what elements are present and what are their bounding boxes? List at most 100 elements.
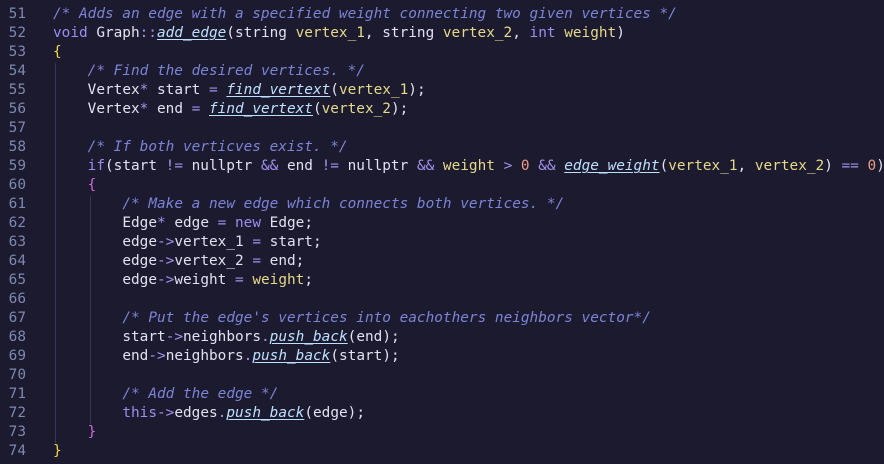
code-line[interactable]: 69 end->neighbors.push_back(start); xyxy=(0,348,884,367)
code-line[interactable]: 61 /* Make a new edge which connects both… xyxy=(0,196,884,215)
code-token: if xyxy=(87,158,105,174)
line-number: 68 xyxy=(8,329,26,345)
code-token: edge xyxy=(122,272,158,288)
code-line[interactable]: 51 /* Adds an edge with a specified weigh… xyxy=(0,6,884,25)
code-token: start xyxy=(148,82,209,98)
code-token: 0 xyxy=(867,158,877,174)
code-token: this xyxy=(122,405,158,421)
code-line[interactable]: 52 void Graph::add_edge(string vertex_1, … xyxy=(0,25,884,44)
code-line[interactable]: 58 /* If both verticves exist. */ xyxy=(0,139,884,158)
indent-guide xyxy=(55,63,56,443)
code-text: /* Put the edge's vertices into eachothe… xyxy=(122,310,651,326)
code-line[interactable]: 62 Edge* edge = new Edge; xyxy=(0,215,884,234)
code-token: nullptr xyxy=(338,158,417,174)
code-token: -> xyxy=(157,253,175,269)
code-line[interactable]: 67 /* Put the edge's vertices into eachot… xyxy=(0,310,884,329)
code-text: void Graph::add_edge(string vertex_1, st… xyxy=(53,25,625,41)
code-token: edge xyxy=(122,234,158,250)
code-line[interactable]: 60 { xyxy=(0,177,884,196)
indent-guide xyxy=(89,196,91,424)
code-token: Edge; xyxy=(261,215,313,231)
code-line[interactable]: 68 start->neighbors.push_back(end); xyxy=(0,329,884,348)
code-token: , xyxy=(512,25,530,41)
code-token: -> xyxy=(157,234,175,250)
code-token: 0 xyxy=(520,158,530,174)
code-token: { xyxy=(53,44,62,60)
code-text: } xyxy=(88,424,97,440)
code-text: /* If both verticves exist. */ xyxy=(88,139,348,155)
code-text: } xyxy=(53,443,62,459)
code-token: /* Find the desired vertices. */ xyxy=(87,63,365,79)
code-token: start xyxy=(339,348,383,364)
code-token: ) xyxy=(824,158,833,174)
code-token: nullptr xyxy=(182,158,261,174)
code-line[interactable]: 73} xyxy=(0,424,884,443)
code-token: /* Make a new edge which connects both v… xyxy=(122,196,565,212)
code-token: /* Adds an edge with a specified weight … xyxy=(53,6,677,22)
code-line[interactable]: 70 xyxy=(0,367,884,386)
code-text: /* Find the desired vertices. */ xyxy=(88,63,365,79)
code-token: end xyxy=(356,329,383,345)
code-line[interactable]: 66 xyxy=(0,291,884,310)
code-token: start xyxy=(113,158,166,174)
line-number: 66 xyxy=(8,291,26,307)
line-number: 67 xyxy=(8,310,26,326)
code-line[interactable]: 71 /* Add the edge */ xyxy=(0,386,884,405)
code-line[interactable]: 59 if(start != nullptr && end != nullptr … xyxy=(0,158,884,177)
line-number: 56 xyxy=(8,101,26,117)
code-line[interactable]: 72 this->edges.push_back(edge); xyxy=(0,405,884,424)
code-line[interactable]: 54 /* Find the desired vertices. */ xyxy=(0,63,884,82)
code-token: neighbors xyxy=(165,348,244,364)
code-line[interactable]: 63 edge->vertex_1 = start; xyxy=(0,234,884,253)
code-token: = xyxy=(208,82,218,98)
code-token: ); xyxy=(382,329,400,345)
code-line[interactable]: 53 { xyxy=(0,44,884,63)
code-editor[interactable]: 51 /* Adds an edge with a specified weigh… xyxy=(0,0,884,464)
code-text: Vertex* end = find_vertext(vertex_2); xyxy=(88,101,409,117)
code-token: :: xyxy=(139,25,157,41)
code-token: new xyxy=(226,215,261,231)
code-token: ); xyxy=(347,405,365,421)
code-line[interactable]: 64 edge->vertex_2 = end; xyxy=(0,253,884,272)
code-line[interactable]: 55 Vertex* start = find_vertext(vertex_1)… xyxy=(0,82,884,101)
code-token: weight xyxy=(252,272,305,288)
code-token: && xyxy=(416,158,435,174)
code-token: weight xyxy=(174,272,227,288)
code-token: { xyxy=(87,177,97,193)
code-token: edges xyxy=(174,405,218,421)
code-token: ( xyxy=(105,158,114,174)
code-text: { xyxy=(53,44,62,60)
line-number: 65 xyxy=(8,272,26,288)
code-text: /* Make a new edge which connects both v… xyxy=(122,196,564,212)
code-token: start; xyxy=(269,234,322,250)
code-token: Edge xyxy=(122,215,158,231)
code-token: Graph xyxy=(87,25,140,41)
code-text: { xyxy=(88,177,97,193)
code-token: string xyxy=(234,25,287,41)
line-number: 71 xyxy=(8,386,26,402)
code-token: find_vertext xyxy=(209,101,313,117)
code-text: edge->vertex_2 = end; xyxy=(122,253,304,269)
code-token: weight xyxy=(434,158,495,174)
code-token: edge xyxy=(165,215,218,231)
code-token: ); xyxy=(382,348,400,364)
code-token: != xyxy=(165,158,183,174)
line-number: 73 xyxy=(8,424,26,440)
code-text: edge->vertex_1 = start; xyxy=(122,234,321,250)
code-token: ; xyxy=(304,272,313,288)
code-token: vertex_2 xyxy=(434,25,513,41)
line-number: 74 xyxy=(8,443,26,459)
code-line[interactable]: 74} xyxy=(0,443,884,462)
code-token: Vertex xyxy=(87,82,140,98)
code-line[interactable]: 65 edge->weight = weight; xyxy=(0,272,884,291)
code-token: = xyxy=(243,253,270,269)
code-token: ( xyxy=(330,348,339,364)
code-token: } xyxy=(53,443,62,459)
code-token: -> xyxy=(165,329,184,345)
code-token: start xyxy=(122,329,166,345)
code-token: vertex_1 xyxy=(338,82,409,98)
code-line[interactable]: 57 xyxy=(0,120,884,139)
code-token: ); xyxy=(390,101,409,117)
code-line[interactable]: 56 Vertex* end = find_vertext(vertex_2); xyxy=(0,101,884,120)
